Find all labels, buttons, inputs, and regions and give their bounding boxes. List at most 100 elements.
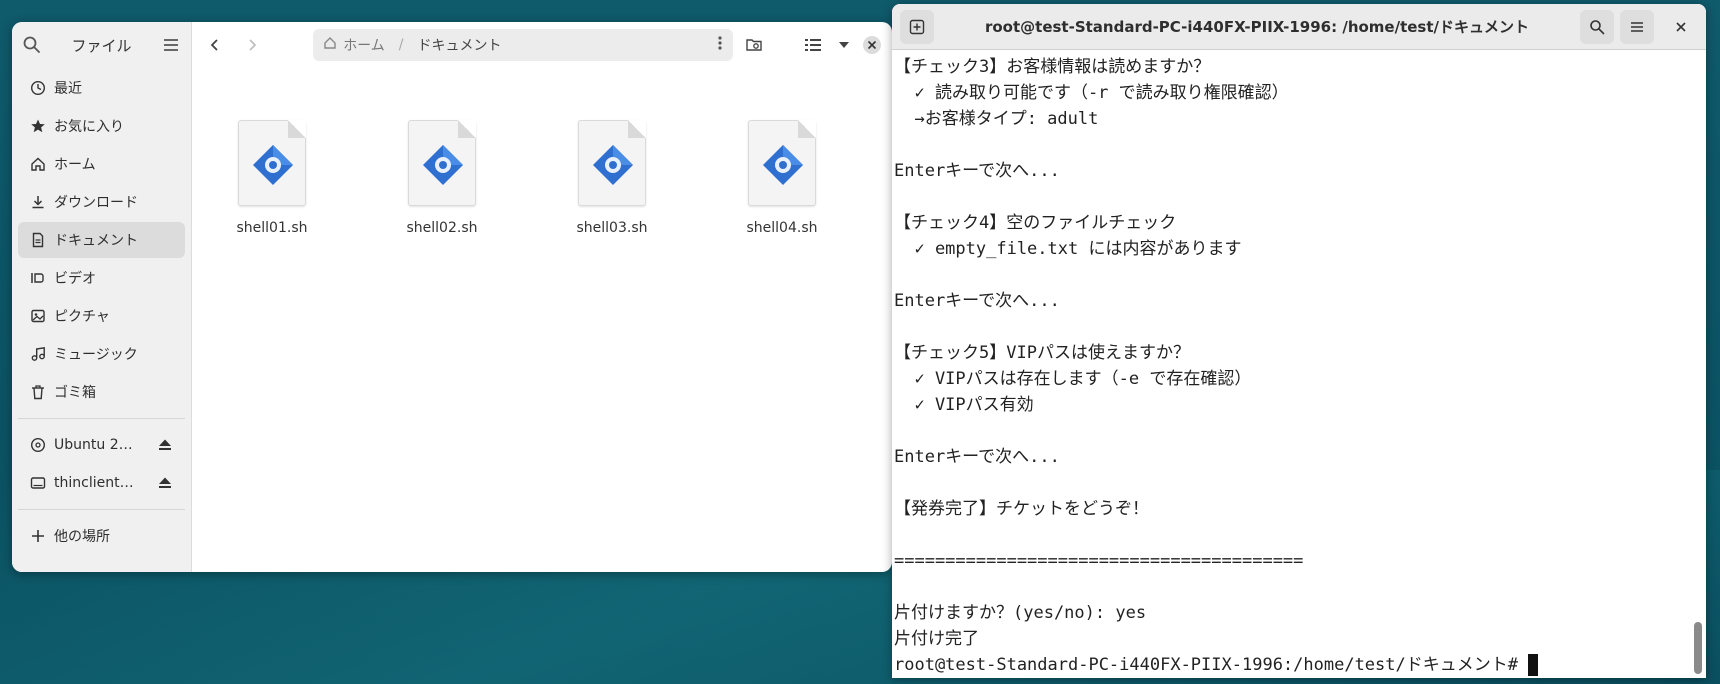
sidebar: ファイル 最近お気に入りホームダウンロード ドキュメント ビデオピクチャミュージック…	[12, 22, 192, 572]
sidebar-item-label: ピクチャ	[54, 309, 110, 325]
new-tab-button[interactable]	[900, 9, 934, 44]
sidebar-item-label: thinclient…	[54, 475, 134, 491]
terminal-line: 片付けますか？(yes/no): yes	[894, 603, 1147, 623]
breadcrumb-home[interactable]: ホーム	[343, 35, 385, 55]
chevron-down-icon[interactable]	[834, 29, 853, 61]
breadcrumb[interactable]: ホーム / ドキュメント	[313, 29, 733, 61]
sidebar-item-document[interactable]: ドキュメント	[18, 222, 185, 258]
drive-icon	[30, 475, 46, 491]
clock-icon	[30, 80, 46, 96]
sidebar-item-trash[interactable]: ゴミ箱	[18, 374, 185, 410]
search-icon[interactable]	[22, 35, 42, 55]
sidebar-item-clock[interactable]: 最近	[18, 70, 185, 106]
sidebar-item-device[interactable]: thinclient…	[18, 465, 185, 501]
back-button[interactable]	[200, 29, 231, 61]
file-item[interactable]: shell02.sh	[382, 120, 502, 236]
scrollbar-thumb[interactable]	[1694, 622, 1702, 674]
sidebar-item-label: ミュージック	[54, 347, 138, 363]
sidebar-item-label: ドキュメント	[54, 233, 138, 249]
sidebar-item-video[interactable]: ビデオ	[18, 260, 185, 296]
sidebar-item-picture[interactable]: ピクチャ	[18, 298, 185, 334]
sidebar-item-label: ダウンロード	[54, 195, 138, 211]
eject-icon[interactable]	[157, 475, 173, 491]
sidebar-divider	[18, 418, 185, 419]
sidebar-item-label: ホーム	[54, 157, 96, 173]
plus-icon	[30, 528, 46, 544]
terminal-line: Enterキーで次へ...	[894, 447, 1060, 467]
terminal-line: ========================================	[894, 551, 1304, 571]
terminal-prompt-line: root@test-Standard-PC-i440FX-PIIX-1996:/…	[894, 652, 1688, 678]
document-icon	[30, 232, 46, 248]
sidebar-item-label: 最近	[54, 81, 82, 97]
picture-icon	[30, 308, 46, 324]
menu-button[interactable]	[1620, 9, 1654, 44]
file-name: shell02.sh	[406, 220, 478, 236]
text-cursor	[1528, 654, 1539, 676]
terminal-line: 【発券完了】チケットをどうぞ！	[894, 499, 1149, 519]
toolbar: ホーム / ドキュメント	[192, 22, 892, 68]
shell-script-icon	[748, 120, 816, 206]
trash-icon	[30, 384, 46, 400]
terminal-line: 【チェック5】VIPパスは使えますか？	[894, 343, 1190, 363]
sidebar-item-device[interactable]: Ubuntu 2…	[18, 427, 185, 463]
terminal-line: ✓ VIPパス有効	[894, 395, 1034, 415]
terminal-line: 【チェック4】空のファイルチェック	[894, 213, 1177, 233]
shell-script-icon	[408, 120, 476, 206]
download-icon	[30, 194, 46, 210]
sidebar-item-star[interactable]: お気に入り	[18, 108, 185, 144]
file-manager-window: ファイル 最近 お気に入り ホーム ダウンロード ドキュメント ビデオ ピクチャ ミュージック…	[12, 22, 892, 572]
kebab-menu-icon[interactable]	[717, 35, 723, 55]
star-icon	[30, 118, 46, 134]
file-name: shell04.sh	[746, 220, 818, 236]
close-icon[interactable]	[859, 29, 884, 61]
file-name: shell03.sh	[576, 220, 648, 236]
file-view: ホーム / ドキュメント shell01.sh shell02.sh shell03…	[192, 22, 892, 572]
shell-script-icon	[578, 120, 646, 206]
terminal-output[interactable]: 【チェック3】お客様情報は読めますか？ ✓ 読み取り可能です（-r で読み取り権…	[892, 50, 1690, 678]
sidebar-item-label: ビデオ	[54, 271, 96, 287]
terminal-line: ✓ VIPパスは存在します（-e で存在確認）	[894, 369, 1252, 389]
list-view-icon[interactable]	[797, 29, 828, 61]
file-item[interactable]: shell04.sh	[722, 120, 842, 236]
sidebar-item-download[interactable]: ダウンロード	[18, 184, 185, 220]
terminal-line: ✓ 読み取り可能です（-r で読み取り権限確認）	[894, 83, 1289, 103]
breadcrumb-current[interactable]: ドキュメント	[418, 35, 711, 55]
eject-icon[interactable]	[157, 437, 173, 453]
breadcrumb-separator: /	[398, 37, 404, 53]
sidebar-item-home[interactable]: ホーム	[18, 146, 185, 182]
video-icon	[30, 270, 46, 286]
sidebar-item-music[interactable]: ミュージック	[18, 336, 185, 372]
music-icon	[30, 346, 46, 362]
home-icon	[323, 36, 337, 54]
terminal-line: Enterキーで次へ...	[894, 161, 1060, 181]
search-button[interactable]	[1580, 9, 1614, 44]
scrollbar[interactable]	[1694, 54, 1702, 674]
file-name: shell01.sh	[236, 220, 308, 236]
sidebar-header: ファイル	[12, 22, 191, 68]
terminal-line: Enterキーで次へ...	[894, 291, 1060, 311]
terminal-line: 【チェック3】お客様情報は読めますか？	[894, 57, 1211, 77]
sidebar-item-label: Ubuntu 2…	[54, 437, 133, 453]
forward-button[interactable]	[237, 29, 268, 61]
file-item[interactable]: shell03.sh	[552, 120, 672, 236]
terminal-window: root@test-Standard-PC-i440FX-PIIX-1996: …	[892, 4, 1706, 678]
search-folder-icon[interactable]	[739, 29, 770, 61]
file-item[interactable]: shell01.sh	[212, 120, 332, 236]
disc-icon	[30, 437, 46, 453]
sidebar-item-other-locations[interactable]: 他の場所	[18, 518, 185, 554]
sidebar-divider	[18, 509, 185, 510]
window-title: root@test-Standard-PC-i440FX-PIIX-1996: …	[984, 18, 1530, 36]
hamburger-menu-icon[interactable]	[161, 35, 181, 55]
terminal-header: root@test-Standard-PC-i440FX-PIIX-1996: …	[892, 4, 1706, 50]
sidebar-title: ファイル	[71, 36, 132, 55]
sidebar-item-label: お気に入り	[54, 119, 124, 135]
close-window-button[interactable]	[1664, 10, 1698, 44]
